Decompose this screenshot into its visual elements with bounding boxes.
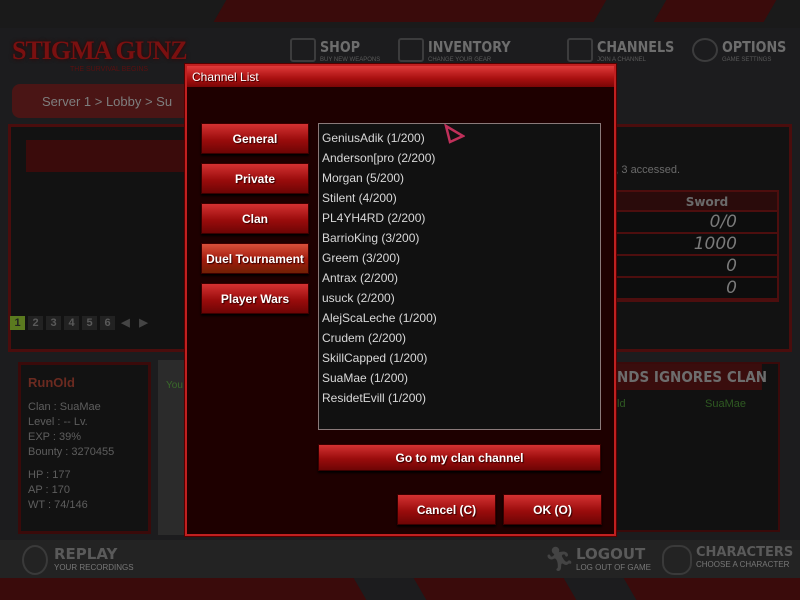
channel-item[interactable]: ResidetEvill (1/200) [322,390,600,410]
channel-item[interactable]: Morgan (5/200) [322,170,600,190]
nav-label: OPTIONS [722,38,787,56]
channel-item[interactable]: SkillCapped (1/200) [322,350,600,370]
bottom-label: LOGOUT [576,545,646,563]
page-3[interactable]: 3 [46,316,61,330]
replay-button[interactable]: REPLAY YOUR RECORDINGS [22,545,134,575]
nav-options[interactable]: OPTIONS GAME SETTINGS [692,38,798,63]
channel-item[interactable]: Greem (3/200) [322,250,600,270]
ok-button[interactable]: OK (O) [503,494,602,525]
nav-sub: BUY NEW WEAPONS [320,57,381,63]
bottom-bar: REPLAY YOUR RECORDINGS 🏃︎ LOGOUT LOG OUT OF… [0,540,800,580]
player-hp: HP : 177 [28,469,71,481]
channel-item[interactable]: Crudem (2/200) [322,330,600,350]
nav-sub: GAME SETTINGS [722,57,772,63]
friends-tabs[interactable]: NDS IGNORES CLAN [617,364,767,390]
page-4[interactable]: 4 [64,316,79,330]
channel-item[interactable]: Anderson[pro (2/200) [322,150,600,170]
nav-label: INVENTORY [428,38,511,56]
category-duel-tournament[interactable]: Duel Tournament [201,243,309,274]
bottom-label: REPLAY [54,545,118,563]
page-2[interactable]: 2 [28,316,43,330]
breadcrumb: Server 1 > Lobby > Su [12,84,202,118]
prev-arrow-icon[interactable]: ◀ [118,316,133,330]
player-bounty: Bounty : 3270455 [28,446,115,458]
player-exp: EXP : 39% [28,431,81,443]
stat-value: 0 [617,256,777,278]
bottom-label: CHARACTERS [696,545,794,560]
pagination: 1 2 3 4 5 6 ◀ ▶ [10,316,151,330]
stat-value: 0 [617,278,777,300]
player-level: Level : -- Lv. [28,416,88,428]
friends-panel: NDS IGNORES CLAN ld SuaMae [615,362,780,532]
page-1[interactable]: 1 [10,316,25,330]
nav-label: CHANNELS [597,38,675,56]
channel-item[interactable]: Stilent (4/200) [322,190,600,210]
nav-sub: CHANGE YOUR GEAR [428,57,492,63]
nav-label: SHOP [320,38,361,56]
channel-list[interactable]: GeniusAdik (1/200) Anderson[pro (2/200) Mo… [318,123,601,430]
player-clan: Clan : SuaMae [28,401,101,413]
category-general[interactable]: General [201,123,309,154]
stats-table: Sword 0/0 1000 0 0 [615,190,779,302]
tv-icon [567,38,593,62]
bottom-sub: CHOOSE A CHARACTER [696,560,790,569]
running-man-icon: 🏃︎ [544,546,575,573]
friend-name: ld [617,398,626,410]
category-clan[interactable]: Clan [201,203,309,234]
bottom-stripe [0,578,800,600]
logo-tagline: THE SURVIVAL BEGINS [70,66,149,73]
mouse-cursor-icon [444,124,465,144]
category-player-wars[interactable]: Player Wars [201,283,309,314]
nav-inventory[interactable]: INVENTORY CHANGE YOUR GEAR [398,38,525,63]
nav-shop[interactable]: SHOP BUY NEW WEAPONS [290,38,380,63]
characters-button[interactable]: CHARACTERS CHOOSE A CHARACTER [662,545,793,575]
room-header-bar [26,140,196,172]
channel-item[interactable]: Antrax (2/200) [322,270,600,290]
bottom-sub: YOUR RECORDINGS [54,563,134,572]
bottom-sub: LOG OUT OF GAME [576,563,651,572]
stat-value: 0/0 [617,212,777,234]
film-reel-icon [22,545,48,575]
friend-row[interactable]: ld SuaMae [617,390,778,410]
channel-item[interactable]: BarrioKing (3/200) [322,230,600,250]
characters-icon [662,545,692,575]
clan-channel-button[interactable]: Go to my clan channel [318,444,601,471]
player-info: RunOld Clan : SuaMae Level : -- Lv. EXP … [18,362,151,534]
top-stripe [0,0,800,28]
dialog-title: Channel List [187,66,614,87]
shirt-icon [398,38,424,62]
chat-panel: You [158,360,186,535]
logo: STIGMA GUNZ [12,36,188,65]
channel-item[interactable]: usuck (2/200) [322,290,600,310]
cart-icon [290,38,316,62]
nav-channels[interactable]: CHANNELS JOIN A CHANNEL [567,38,688,63]
page-6[interactable]: 6 [100,316,115,330]
channel-list-dialog: Channel List General Private Clan Duel T… [185,64,616,536]
stats-header: Sword [617,192,777,212]
player-wt: WT : 74/146 [28,499,88,511]
player-name: RunOld [28,375,75,390]
next-arrow-icon[interactable]: ▶ [136,316,151,330]
category-private[interactable]: Private [201,163,309,194]
nav-sub: JOIN A CHANNEL [597,57,647,63]
player-ap: AP : 170 [28,484,70,496]
page-5[interactable]: 5 [82,316,97,330]
channel-item[interactable]: AlejScaLeche (1/200) [322,310,600,330]
cancel-button[interactable]: Cancel (C) [397,494,496,525]
channel-item[interactable]: SuaMae (1/200) [322,370,600,390]
channel-item[interactable]: PL4YH4RD (2/200) [322,210,600,230]
gears-icon [692,38,718,62]
chat-line: You [166,380,183,391]
logout-button[interactable]: 🏃︎ LOGOUT LOG OUT OF GAME [544,545,651,575]
friend-clan: SuaMae [705,398,746,410]
stat-value: 1000 [617,234,777,256]
